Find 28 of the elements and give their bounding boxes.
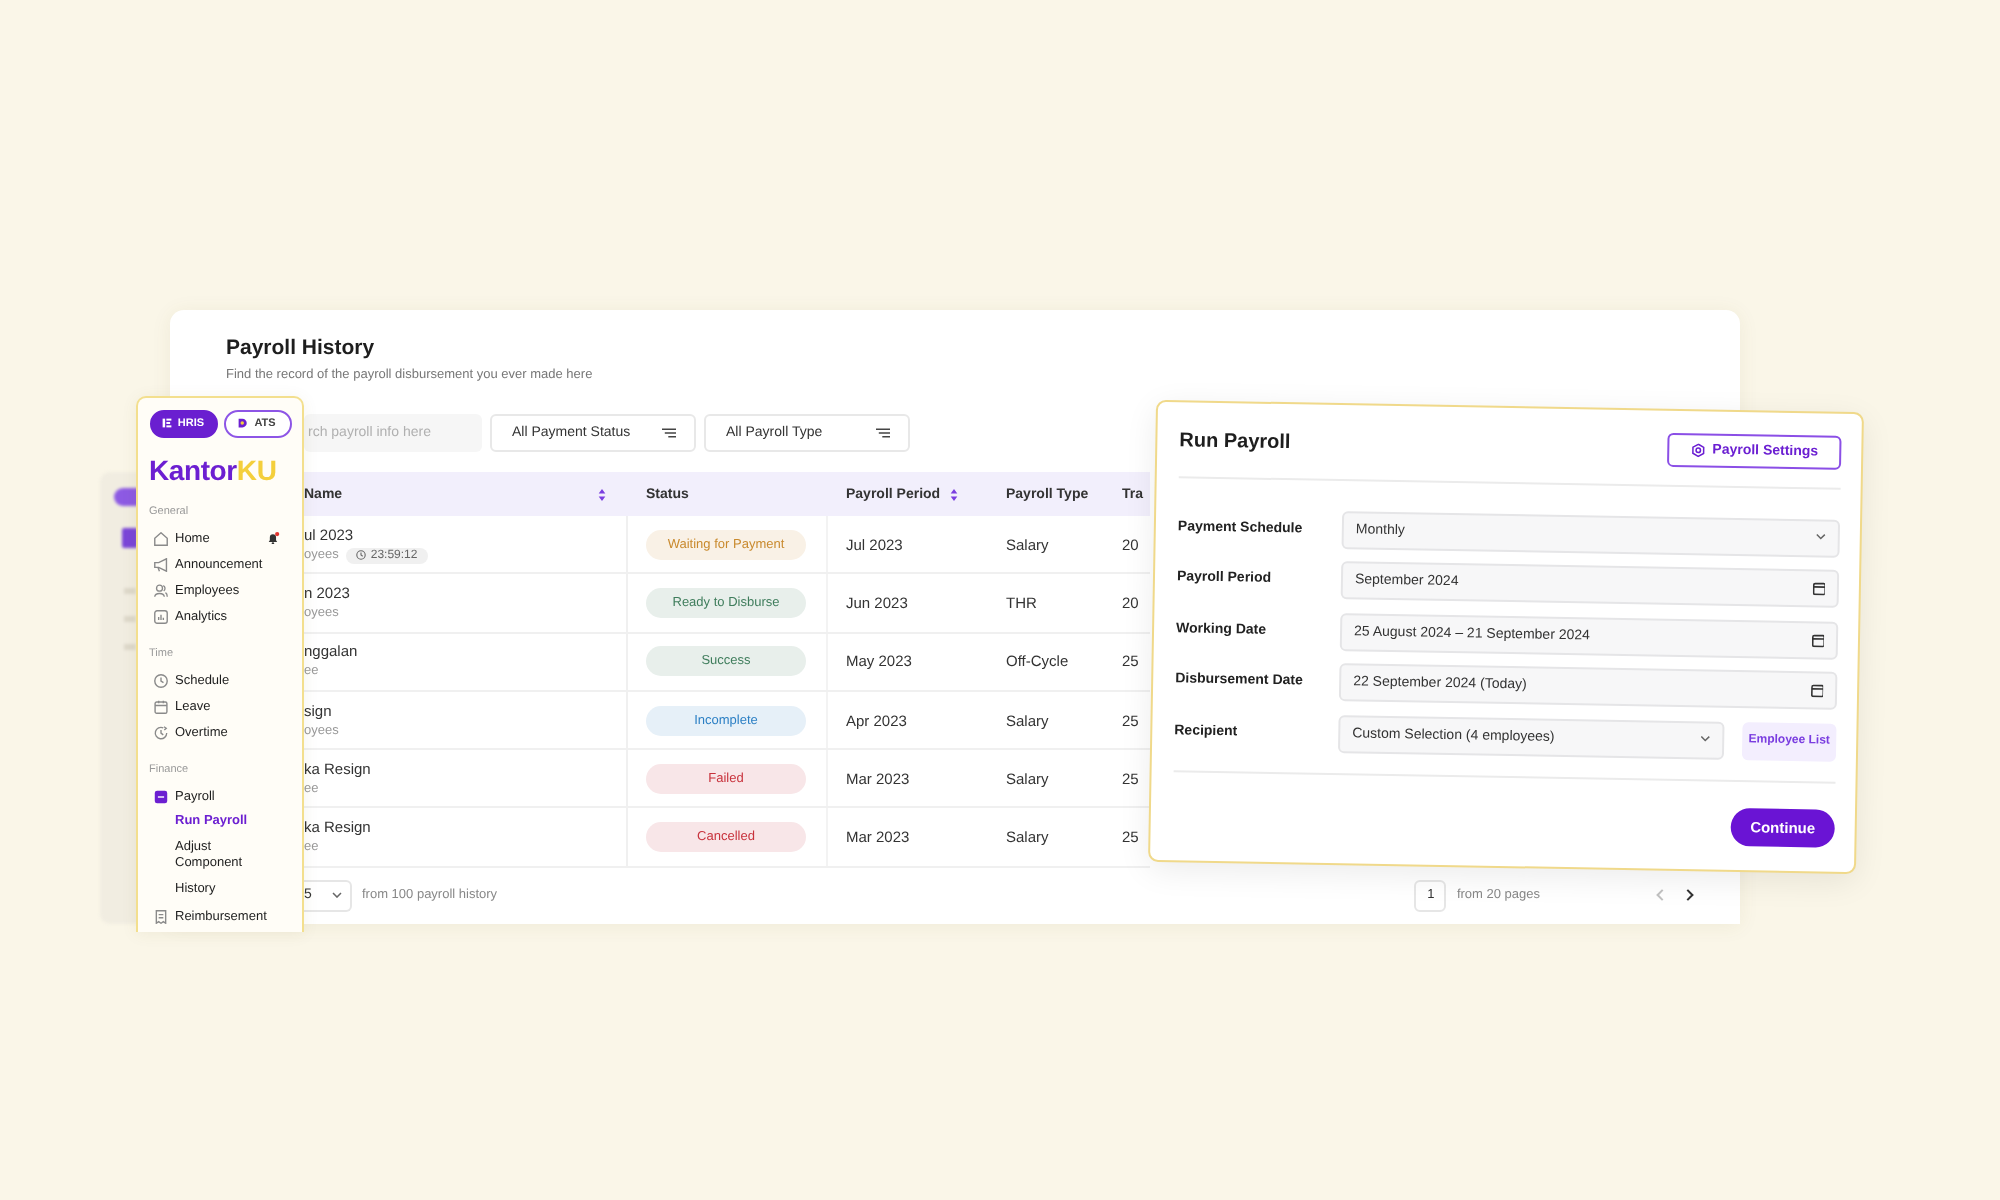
calendar-icon — [1810, 632, 1825, 647]
dialog-title: Run Payroll — [1179, 429, 1291, 454]
settings-icon — [1690, 442, 1705, 457]
chart-icon — [153, 609, 167, 623]
megaphone-icon — [153, 557, 167, 571]
chevron-down-icon — [1815, 534, 1826, 541]
people-icon — [153, 583, 167, 597]
home-icon — [153, 531, 167, 545]
half-disc-icon — [238, 418, 249, 428]
chevron-down-icon — [332, 892, 342, 899]
sort-icon — [598, 487, 606, 501]
clock-icon — [153, 673, 167, 687]
filter-icon — [876, 428, 890, 438]
clock-icon — [356, 550, 367, 561]
app-logo: KantorKU — [149, 453, 277, 485]
chevron-right-icon — [1686, 888, 1694, 903]
chevron-left-icon — [1656, 888, 1664, 903]
filter-icon — [662, 428, 676, 438]
sort-icon — [950, 487, 959, 501]
receipt-icon — [153, 909, 167, 923]
bars-icon — [161, 418, 172, 428]
calendar-icon — [1811, 581, 1825, 596]
page-title: Payroll History — [226, 336, 375, 360]
chevron-down-icon — [1700, 736, 1711, 743]
clock-arrow-icon — [153, 725, 167, 739]
calendar-icon — [153, 699, 167, 713]
minus-square-icon — [153, 789, 167, 803]
calendar-icon — [1810, 683, 1824, 698]
